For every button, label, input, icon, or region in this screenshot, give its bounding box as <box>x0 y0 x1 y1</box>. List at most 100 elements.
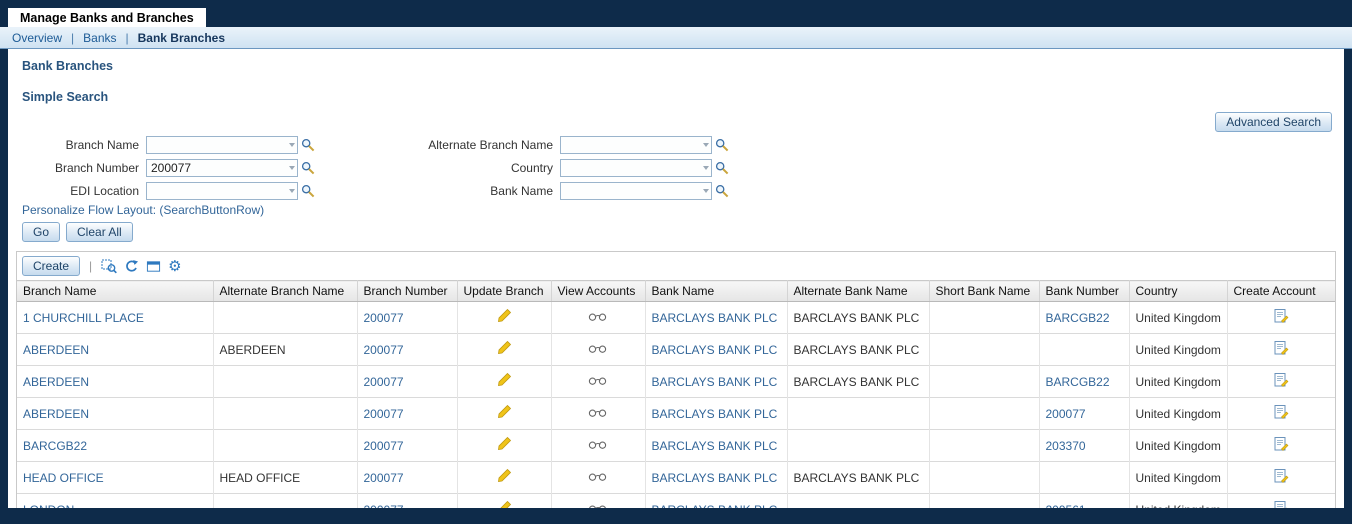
create-account-icon[interactable] <box>1273 436 1289 452</box>
chevron-down-icon[interactable] <box>289 166 295 170</box>
bank-name-link[interactable]: BARCLAYS BANK PLC <box>652 343 778 357</box>
page-content: Bank Branches Simple Search Advanced Sea… <box>8 49 1344 508</box>
create-account-icon[interactable] <box>1273 468 1289 484</box>
tab-bank-branches[interactable]: Bank Branches <box>117 31 225 45</box>
detach-icon[interactable] <box>146 259 161 274</box>
go-button[interactable]: Go <box>22 222 61 242</box>
country-cell: United Kingdom <box>1129 397 1228 430</box>
bank-number-link[interactable]: BARCGB22 <box>1046 311 1110 325</box>
edi-location-label: EDI Location <box>70 184 139 198</box>
bank-name-link[interactable]: BARCLAYS BANK PLC <box>652 471 778 485</box>
country-cell: United Kingdom <box>1129 301 1228 334</box>
branch-number-input[interactable] <box>146 159 298 177</box>
bank-number-link[interactable]: BARCGB22 <box>1046 375 1110 389</box>
branch-name-input[interactable] <box>146 136 298 154</box>
branch-number-link[interactable]: 200077 <box>364 439 404 453</box>
create-button[interactable]: Create <box>22 256 81 276</box>
short-bank-name-cell <box>929 461 1040 494</box>
bank-name-link[interactable]: BARCLAYS BANK PLC <box>652 311 778 325</box>
update-branch-pencil-icon[interactable] <box>496 500 512 508</box>
column-header-alternate-bank-name: Alternate Bank Name <box>787 280 930 302</box>
chevron-down-icon[interactable] <box>703 143 709 147</box>
view-accounts-glasses-icon[interactable] <box>588 408 608 418</box>
branch-name-link[interactable]: HEAD OFFICE <box>23 471 104 485</box>
view-accounts-glasses-icon[interactable] <box>588 504 608 508</box>
create-account-icon[interactable] <box>1273 404 1289 420</box>
column-header-bank-name: Bank Name <box>645 280 788 302</box>
export-icon[interactable] <box>101 258 118 274</box>
branch-name-link[interactable]: LONDON <box>23 503 74 509</box>
alternate-branch-name-magnifier-icon[interactable] <box>715 138 729 152</box>
advanced-search-button[interactable]: Advanced Search <box>1215 112 1332 132</box>
update-branch-pencil-icon[interactable] <box>496 340 512 356</box>
branch-name-link[interactable]: ABERDEEN <box>23 343 89 357</box>
branch-number-magnifier-icon[interactable] <box>301 161 315 175</box>
bank-number-link[interactable]: 209561 <box>1046 503 1086 509</box>
view-accounts-glasses-icon[interactable] <box>588 312 608 322</box>
chevron-down-icon[interactable] <box>289 189 295 193</box>
view-accounts-glasses-icon[interactable] <box>588 344 608 354</box>
column-header-country: Country <box>1129 280 1228 302</box>
tab-banks[interactable]: Banks <box>62 31 116 45</box>
update-branch-pencil-icon[interactable] <box>496 308 512 324</box>
bank-name-link[interactable]: BARCLAYS BANK PLC <box>652 407 778 421</box>
branch-number-link[interactable]: 200077 <box>364 375 404 389</box>
tab-bar: Overview Banks Bank Branches <box>0 27 1352 49</box>
clear-all-button[interactable]: Clear All <box>66 222 133 242</box>
alternate-branch-name-input[interactable] <box>560 136 712 154</box>
table-row: ABERDEEN 200077 BARCLAYS BANK PLC BARCLA… <box>17 365 1335 398</box>
view-accounts-glasses-icon[interactable] <box>588 376 608 386</box>
update-branch-pencil-icon[interactable] <box>496 468 512 484</box>
update-branch-pencil-icon[interactable] <box>496 372 512 388</box>
view-accounts-glasses-icon[interactable] <box>588 440 608 450</box>
branch-name-link[interactable]: ABERDEEN <box>23 375 89 389</box>
application-window: Manage Banks and Branches Overview Banks… <box>0 0 1352 524</box>
edi-location-input[interactable] <box>146 182 298 200</box>
update-branch-pencil-icon[interactable] <box>496 436 512 452</box>
branch-number-link[interactable]: 200077 <box>364 471 404 485</box>
alt-bank-name-cell: BARCLAYS BANK PLC <box>787 301 930 334</box>
branch-name-link[interactable]: 1 CHURCHILL PLACE <box>23 311 144 325</box>
branch-number-link[interactable]: 200077 <box>364 343 404 357</box>
country-magnifier-icon[interactable] <box>715 161 729 175</box>
create-account-icon[interactable] <box>1273 500 1289 508</box>
branch-name-link[interactable]: ABERDEEN <box>23 407 89 421</box>
bank-number-link[interactable]: 200077 <box>1046 407 1086 421</box>
short-bank-name-cell <box>929 333 1040 366</box>
create-account-icon[interactable] <box>1273 372 1289 388</box>
personalize-flow-layout-link[interactable]: Personalize Flow Layout: (SearchButtonRo… <box>22 203 1344 217</box>
bank-name-link[interactable]: BARCLAYS BANK PLC <box>652 439 778 453</box>
view-accounts-glasses-icon[interactable] <box>588 472 608 482</box>
create-account-icon[interactable] <box>1273 340 1289 356</box>
settings-gear-icon[interactable]: ⚙ <box>168 259 181 274</box>
simple-search-form: Branch Name Alternate Branch Name Branch… <box>14 136 1344 200</box>
bank-number-link[interactable]: 203370 <box>1046 439 1086 453</box>
branch-name-link[interactable]: BARCGB22 <box>23 439 87 453</box>
title-bar: Manage Banks and Branches <box>0 0 1352 27</box>
alt-bank-name-cell <box>787 397 930 430</box>
alt-branch-name-cell <box>213 365 358 398</box>
chevron-down-icon[interactable] <box>703 166 709 170</box>
chevron-down-icon[interactable] <box>703 189 709 193</box>
branch-number-link[interactable]: 200077 <box>364 311 404 325</box>
country-cell: United Kingdom <box>1129 365 1228 398</box>
edi-location-magnifier-icon[interactable] <box>301 184 315 198</box>
create-account-icon[interactable] <box>1273 308 1289 324</box>
bank-name-link[interactable]: BARCLAYS BANK PLC <box>652 375 778 389</box>
refresh-icon[interactable] <box>124 259 139 274</box>
branch-name-magnifier-icon[interactable] <box>301 138 315 152</box>
chevron-down-icon[interactable] <box>289 143 295 147</box>
column-header-branch-number: Branch Number <box>357 280 458 302</box>
branch-number-link[interactable]: 200077 <box>364 503 404 509</box>
bank-name-magnifier-icon[interactable] <box>715 184 729 198</box>
alternate-branch-name-label: Alternate Branch Name <box>428 138 553 152</box>
bank-name-input[interactable] <box>560 182 712 200</box>
bank-name-link[interactable]: BARCLAYS BANK PLC <box>652 503 778 509</box>
short-bank-name-cell <box>929 397 1040 430</box>
table-row: HEAD OFFICE HEAD OFFICE 200077 BARCLAYS … <box>17 461 1335 494</box>
branch-number-link[interactable]: 200077 <box>364 407 404 421</box>
tab-overview[interactable]: Overview <box>12 31 62 45</box>
country-input[interactable] <box>560 159 712 177</box>
update-branch-pencil-icon[interactable] <box>496 404 512 420</box>
alt-branch-name-cell: HEAD OFFICE <box>213 461 358 494</box>
